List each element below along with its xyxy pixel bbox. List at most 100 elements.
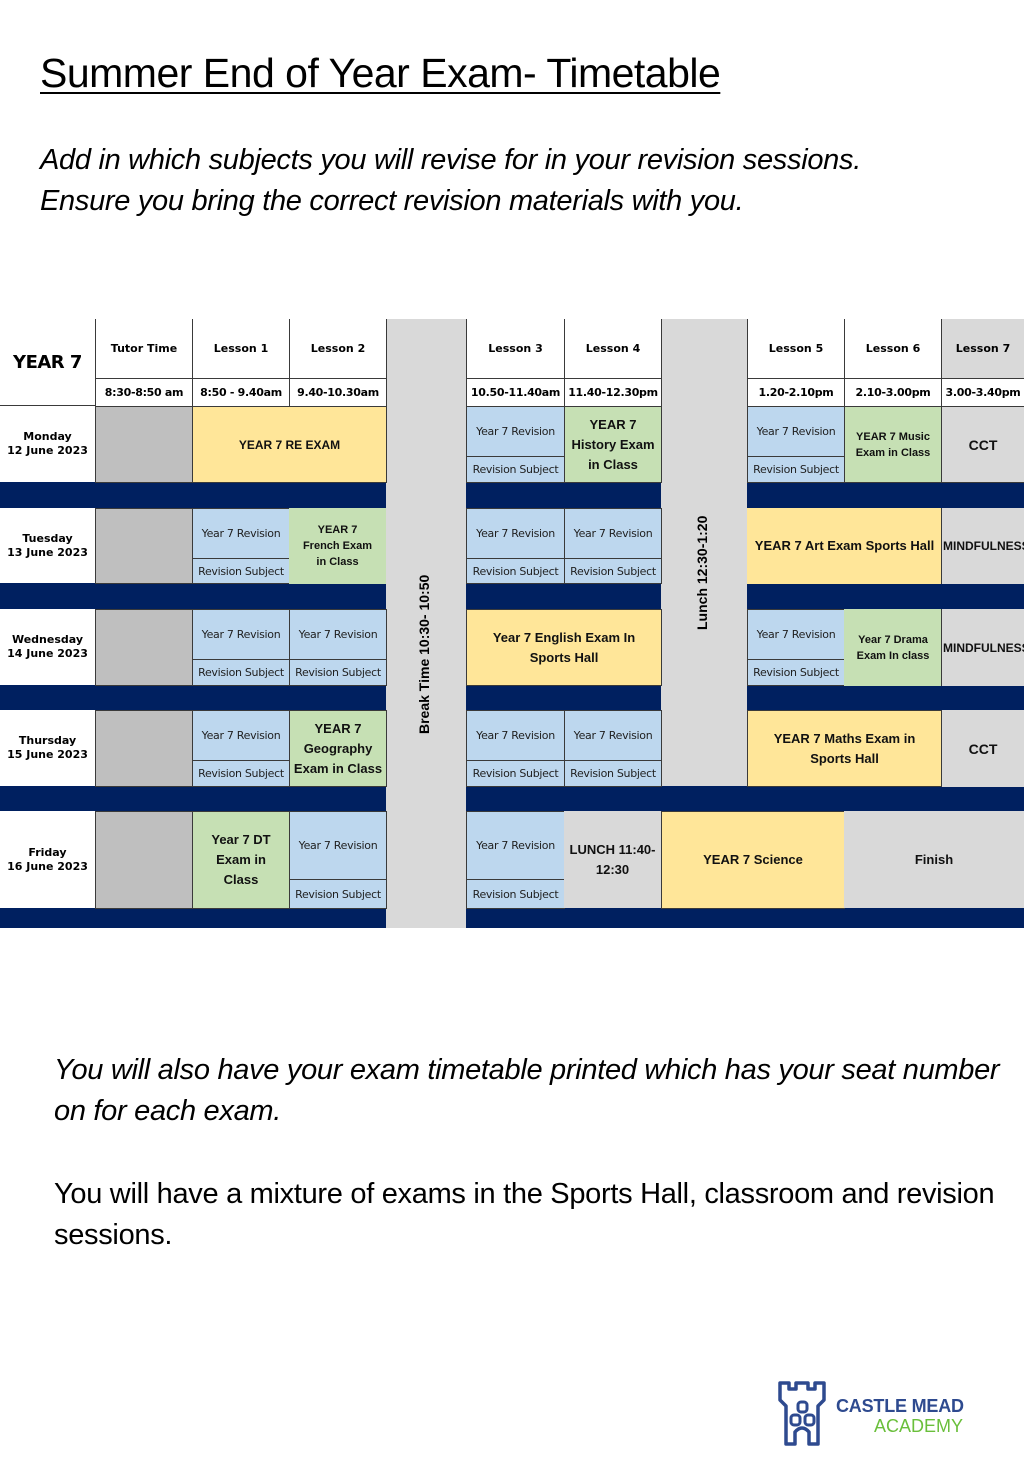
time-lesson-2: 9.40-10.30am <box>289 378 387 407</box>
page-title: Summer End of Year Exam- Timetable <box>40 50 721 96</box>
revision-subject-input[interactable]: Revision Subject <box>564 760 662 787</box>
revision-subject-input[interactable]: Revision Subject <box>466 879 565 909</box>
revision-cell[interactable]: Year 7 Revision <box>564 710 662 761</box>
exam-mixture-note: You will have a mixture of exams in the … <box>54 1178 995 1251</box>
year-label-cell: YEAR 7 <box>0 319 95 406</box>
exam-french: YEAR 7 French Exam in Class <box>289 508 386 584</box>
revision-subject-input[interactable]: Revision Subject <box>747 456 845 483</box>
revision-subject-input[interactable]: Revision Subject <box>289 879 387 909</box>
separator <box>0 685 386 710</box>
header-lesson-4: Lesson 4 <box>564 319 662 379</box>
day-monday: Monday 12 June 2023 <box>0 406 95 482</box>
exam-dt: Year 7 DT Exam in Class <box>192 811 290 909</box>
day-name: Thursday <box>18 734 77 747</box>
revision-subject-input[interactable]: Revision Subject <box>564 558 662 584</box>
revision-subject-input[interactable]: Revision Subject <box>289 659 387 686</box>
time-tutor: 8:30-8:50 am <box>95 378 193 407</box>
exam-maths: YEAR 7 Maths Exam in Sports Hall <box>747 710 942 787</box>
day-friday: Friday 16 June 2023 <box>0 811 95 908</box>
header-lesson-2: Lesson 2 <box>289 319 387 379</box>
time-lesson-3: 10.50-11.40am <box>466 378 565 407</box>
exam-drama: Year 7 Drama Exam In class <box>844 609 942 686</box>
header-lesson-7: Lesson 7 <box>941 319 1024 379</box>
separator <box>466 482 661 508</box>
separator <box>747 685 1024 710</box>
separator <box>747 583 1024 609</box>
time-lesson-5: 1.20-2.10pm <box>747 378 845 407</box>
revision-subject-input[interactable]: Revision Subject <box>747 659 845 686</box>
exam-timetable: Break Time 10:30- 10:50 Lunch 12:30-1:20… <box>0 319 1024 928</box>
separator <box>466 908 1024 928</box>
separator <box>0 786 386 811</box>
revision-subject-input[interactable]: Revision Subject <box>466 456 565 483</box>
exam-science: YEAR 7 Science <box>661 811 845 909</box>
header-tutor: Tutor Time <box>95 319 193 379</box>
lunch-early-cell: LUNCH 11:40- 12:30 <box>564 811 661 908</box>
separator <box>0 482 386 508</box>
tutor-cell <box>95 710 193 787</box>
logo-name: CASTLE MEAD <box>836 1396 964 1416</box>
exam-english: Year 7 English Exam In Sports Hall <box>466 609 662 686</box>
intro-line-1: Add in which subjects you will revise fo… <box>40 144 861 176</box>
separator <box>0 583 386 609</box>
intro-text: Add in which subjects you will revise fo… <box>40 140 861 222</box>
revision-cell[interactable]: Year 7 Revision <box>466 710 565 761</box>
day-wednesday: Wednesday 14 June 2023 <box>0 609 95 685</box>
separator <box>466 685 661 710</box>
day-date: 15 June 2023 <box>7 748 88 761</box>
day-date: 16 June 2023 <box>7 859 88 873</box>
time-lesson-1: 8:50 - 9.40am <box>192 378 290 407</box>
cct-cell: CCT <box>941 406 1024 483</box>
revision-subject-input[interactable]: Revision Subject <box>466 558 565 584</box>
day-tuesday: Tuesday 13 June 2023 <box>0 508 95 583</box>
lunch-label: Lunch 12:30-1:20 <box>694 515 710 630</box>
year-label: YEAR 7 <box>13 351 82 373</box>
exam-history: YEAR 7 History Exam in Class <box>564 406 662 483</box>
header-lesson-3: Lesson 3 <box>466 319 565 379</box>
logo-subtitle: ACADEMY <box>874 1416 964 1436</box>
break-label: Break Time 10:30- 10:50 <box>416 574 432 734</box>
revision-subject-input[interactable]: Revision Subject <box>192 760 290 787</box>
revision-cell[interactable]: Year 7 Revision <box>564 508 662 559</box>
seat-number-note: You will also have your exam timetable p… <box>54 1054 1000 1127</box>
day-name: Wednesday <box>11 633 84 646</box>
revision-subject-input[interactable]: Revision Subject <box>466 760 565 787</box>
revision-cell[interactable]: Year 7 Revision <box>289 609 387 660</box>
separator <box>466 786 1024 811</box>
tutor-cell <box>95 406 193 483</box>
revision-cell[interactable]: Year 7 Revision <box>192 508 290 559</box>
castle-icon <box>778 1381 826 1446</box>
revision-subject-input[interactable]: Revision Subject <box>192 659 290 686</box>
revision-subject-input[interactable]: Revision Subject <box>192 558 290 584</box>
finish-cell: Finish <box>844 811 1024 908</box>
time-lesson-7: 3.00-3.40pm <box>941 378 1024 407</box>
tutor-cell <box>95 508 193 584</box>
time-lesson-4: 11.40-12.30pm <box>564 378 662 407</box>
exam-re: YEAR 7 RE EXAM <box>192 406 387 483</box>
separator <box>466 583 661 609</box>
revision-cell[interactable]: Year 7 Revision <box>466 508 565 559</box>
day-name: Monday <box>23 430 72 443</box>
header-lesson-1: Lesson 1 <box>192 319 290 379</box>
mindfulness-cell: MINDFULNESS <box>941 508 1024 584</box>
day-name: Friday <box>28 845 67 859</box>
mindfulness-cell: MINDFULNESS <box>941 609 1024 686</box>
cct-cell: CCT <box>941 710 1024 787</box>
revision-cell[interactable]: Year 7 Revision <box>192 609 290 660</box>
header-lesson-5: Lesson 5 <box>747 319 845 379</box>
revision-cell[interactable]: Year 7 Revision <box>192 710 290 761</box>
day-thursday: Thursday 15 June 2023 <box>0 710 95 786</box>
day-date: 12 June 2023 <box>7 444 88 457</box>
revision-cell[interactable]: Year 7 Revision <box>466 811 565 880</box>
tutor-cell <box>95 609 193 686</box>
revision-cell[interactable]: Year 7 Revision <box>466 406 565 457</box>
intro-line-2: Ensure you bring the correct revision ma… <box>40 185 744 217</box>
school-logo: CASTLE MEAD ACADEMY <box>776 1380 976 1448</box>
header-lesson-6: Lesson 6 <box>844 319 942 379</box>
revision-cell[interactable]: Year 7 Revision <box>289 811 387 880</box>
revision-cell[interactable]: Year 7 Revision <box>747 406 845 457</box>
revision-cell[interactable]: Year 7 Revision <box>747 609 845 660</box>
day-name: Tuesday <box>22 531 73 545</box>
separator <box>747 482 1024 508</box>
day-date: 14 June 2023 <box>7 647 88 660</box>
